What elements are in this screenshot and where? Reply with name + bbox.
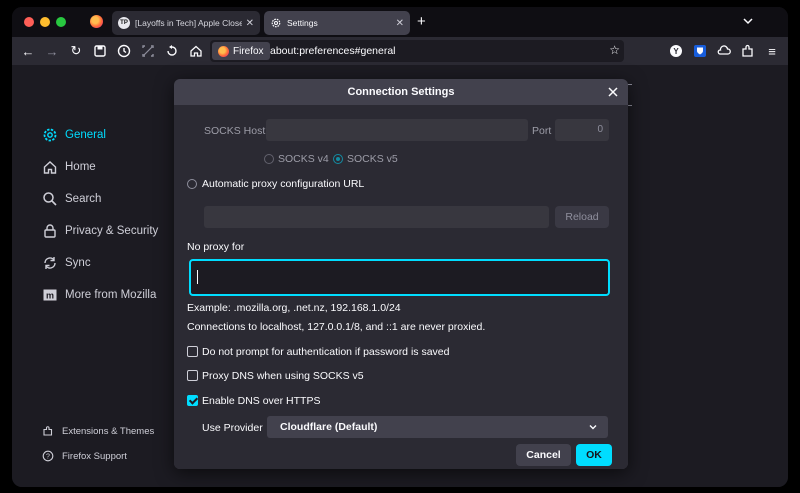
home-icon [43,161,57,174]
provider-label: Use Provider [202,422,263,434]
no-auth-prompt-label: Do not prompt for authentication if pass… [202,346,450,358]
back-arrow-icon[interactable]: ← [20,43,36,59]
example-text: Example: .mozilla.org, .net.nz, 192.168.… [187,302,401,314]
save-to-pocket-icon[interactable] [92,43,108,59]
tab-label: [Layoffs in Tech] Apple Close to [135,18,242,28]
minimize-window-button[interactable] [40,17,50,27]
proxy-dns-checkbox[interactable] [187,370,198,381]
undo-history-icon[interactable] [164,43,180,59]
identity-label: Firefox [233,45,264,57]
account-cloud-icon[interactable] [716,43,732,59]
sidebar-item-label: Home [65,161,96,173]
socks-host-input[interactable] [266,119,528,141]
gear-icon [271,18,281,28]
home-icon[interactable] [188,43,204,59]
navigation-toolbar: ← → ↻ Firefox about:preferences#general … [12,37,788,65]
search-icon [43,192,57,206]
socks-v4-radio[interactable] [264,154,274,164]
sidebar-item-search[interactable]: Search [42,189,101,209]
proxy-dns-label: Proxy DNS when using SOCKS v5 [202,370,364,382]
no-proxy-textarea[interactable] [189,259,610,296]
sidebar-item-label: Privacy & Security [65,225,159,237]
history-clock-icon[interactable] [116,43,132,59]
maximize-window-button[interactable] [56,17,66,27]
dialog-title: Connection Settings [347,86,455,98]
sidebar-item-extensions[interactable]: Extensions & Themes [42,423,154,439]
socks-port-input[interactable]: 0 [555,119,609,141]
socks-v4-label: SOCKS v4 [278,153,329,165]
provider-selected-value: Cloudflare (Default) [280,421,378,433]
close-icon[interactable] [606,85,620,99]
sidebar-footer-label: Extensions & Themes [62,425,155,437]
sidebar-item-home[interactable]: Home [42,157,96,177]
auto-proxy-url-input[interactable] [204,206,549,228]
sidebar-footer-label: Firefox Support [62,450,127,462]
provider-select[interactable]: Cloudflare (Default) [267,416,608,438]
auto-proxy-radio[interactable] [187,179,197,189]
tab-close-icon[interactable]: ✕ [246,18,254,29]
text-caret [197,270,198,284]
tab-layoffs[interactable]: TP [Layoffs in Tech] Apple Close to ✕ [112,11,260,35]
dns-over-https-label: Enable DNS over HTTPS [202,395,321,407]
no-auth-prompt-checkbox[interactable] [187,346,198,357]
socks-host-label: SOCKS Host [204,125,266,137]
help-icon: ? [42,450,54,462]
sidebar-item-label: General [65,129,106,141]
close-window-button[interactable] [24,17,34,27]
url-bar[interactable]: Firefox about:preferences#general ☆ [210,40,624,62]
bookmark-star-icon[interactable]: ☆ [609,43,620,57]
sidebar-item-label: Sync [65,257,91,269]
svg-text:?: ? [46,454,50,461]
auto-proxy-label: Automatic proxy configuration URL [202,178,365,190]
connection-settings-dialog: Connection Settings SOCKS Host Port 0 SO… [174,79,628,469]
cancel-button[interactable]: Cancel [516,444,571,466]
firefox-logo-icon [218,45,229,57]
puzzle-icon [43,426,53,436]
port-label: Port [532,125,552,137]
bitwarden-shield-icon[interactable] [692,43,708,59]
socks-v5-radio[interactable] [333,154,343,164]
menu-hamburger-icon[interactable]: ≡ [764,43,780,59]
screenshot-icon[interactable] [140,43,156,59]
firefox-view-icon[interactable] [90,15,103,28]
tab-label: Settings [287,18,318,28]
ok-button[interactable]: OK [576,444,612,466]
tab-favicon-icon: TP [118,17,130,29]
mozilla-icon: m [43,289,57,301]
svg-text:Y: Y [673,47,679,56]
yahoo-extension-icon[interactable]: Y [668,43,684,59]
sidebar-item-support[interactable]: ? Firefox Support [42,448,127,464]
dns-over-https-checkbox[interactable] [187,395,198,406]
localhost-note: Connections to localhost, 127.0.0.1/8, a… [187,321,486,333]
gear-icon [43,128,57,142]
sidebar-item-mozilla[interactable]: m More from Mozilla [42,285,156,305]
port-value: 0 [597,124,603,135]
svg-text:m: m [46,291,54,301]
chevron-down-icon [589,425,597,430]
reload-icon[interactable]: ↻ [68,43,84,59]
url-text[interactable]: about:preferences#general [270,45,396,57]
forward-arrow-icon[interactable]: → [44,43,60,59]
tab-list-chevron-icon[interactable] [742,15,754,27]
sidebar-item-privacy[interactable]: Privacy & Security [42,221,158,241]
sidebar-item-sync[interactable]: Sync [42,253,91,273]
identity-box[interactable]: Firefox [212,42,270,60]
lock-icon [44,224,56,238]
sidebar-item-general[interactable]: General [42,125,106,145]
sync-icon [44,257,56,269]
sidebar-item-label: Search [65,193,102,205]
no-proxy-label: No proxy for [187,241,245,253]
tab-settings[interactable]: Settings ✕ [264,11,410,35]
sidebar-item-label: More from Mozilla [65,289,157,301]
socks-v5-label: SOCKS v5 [347,153,398,165]
new-tab-plus-icon[interactable]: + [417,13,426,30]
browser-window: TP [Layoffs in Tech] Apple Close to ✕ Se… [12,7,788,487]
extensions-puzzle-icon[interactable] [740,43,756,59]
tab-strip: TP [Layoffs in Tech] Apple Close to ✕ Se… [12,7,788,37]
tab-close-icon[interactable]: ✕ [396,18,404,29]
reload-button[interactable]: Reload [555,206,609,228]
dialog-body: SOCKS Host Port 0 SOCKS v4 SOCKS v5 Auto… [174,105,628,469]
